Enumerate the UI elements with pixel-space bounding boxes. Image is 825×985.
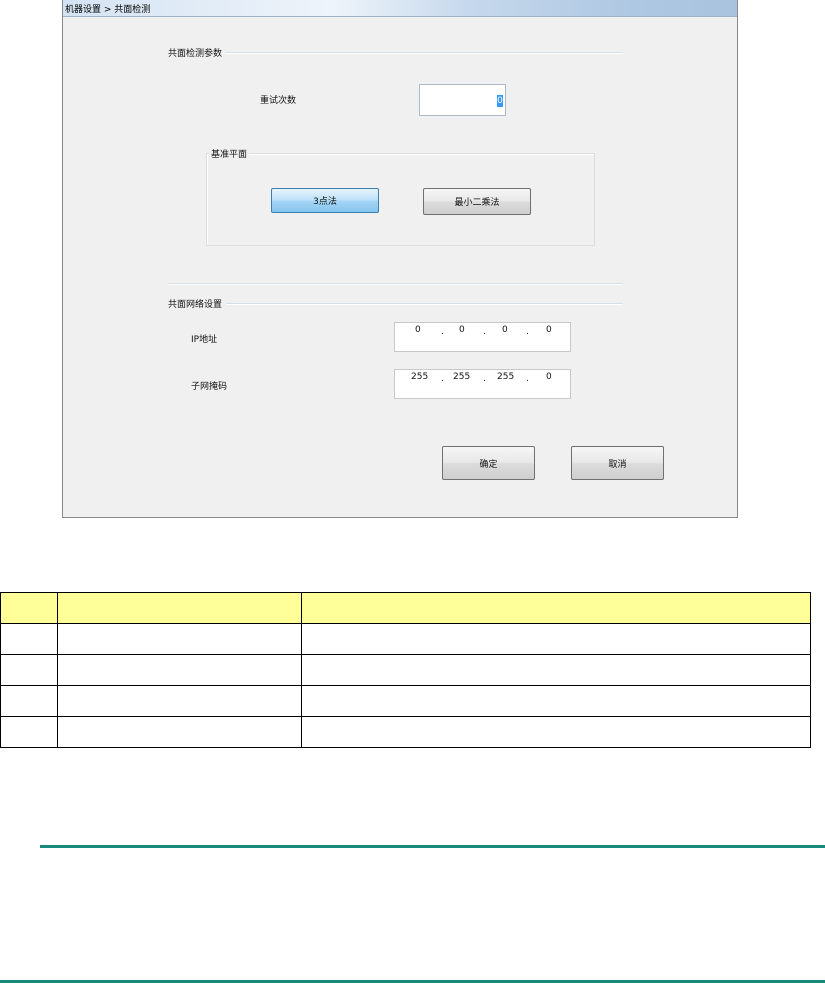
- title-bar: 机器设置 > 共面检测: [63, 0, 737, 17]
- network-group-header: 共面网络设置: [168, 297, 623, 310]
- mask-octet[interactable]: 255: [497, 372, 514, 382]
- table-cell: [57, 685, 302, 717]
- table-row: [0, 716, 811, 748]
- divider: [226, 51, 623, 54]
- mask-octet[interactable]: 255: [453, 372, 470, 382]
- footer-rule-top: [40, 845, 825, 848]
- window-title: 机器设置 > 共面检测: [65, 5, 151, 15]
- table-cell: [57, 592, 302, 624]
- params-group-header: 共面检测参数: [168, 46, 623, 59]
- table-cell: [301, 716, 811, 748]
- table-cell: [301, 685, 811, 717]
- ip-octet[interactable]: 0: [459, 325, 465, 335]
- retry-count-input[interactable]: 0: [419, 84, 506, 116]
- table-header-row: [0, 592, 811, 624]
- params-group-title: 共面检测参数: [168, 49, 223, 59]
- table-cell: [57, 623, 302, 655]
- mask-dot: .: [483, 374, 486, 384]
- ip-octet[interactable]: 0: [546, 325, 552, 335]
- subnet-mask-input[interactable]: 255 . 255 . 255 . 0: [394, 369, 571, 399]
- mask-octet[interactable]: 0: [546, 372, 552, 382]
- table-cell: [301, 623, 811, 655]
- section-divider: [168, 283, 623, 285]
- ip-dot: .: [526, 327, 529, 337]
- table-cell: [301, 592, 811, 624]
- divider: [226, 302, 623, 305]
- table-row: [0, 685, 811, 717]
- table-cell: [0, 685, 58, 717]
- table-cell: [57, 716, 302, 748]
- table-cell: [57, 654, 302, 686]
- table-cell: [0, 623, 58, 655]
- retry-count-label: 重试次数: [260, 96, 297, 106]
- network-group-title: 共面网络设置: [168, 300, 223, 310]
- ip-octet[interactable]: 0: [415, 325, 421, 335]
- least-squares-method-button[interactable]: 最小二乘法: [423, 188, 531, 215]
- table-cell: [0, 716, 58, 748]
- mask-octet[interactable]: 255: [411, 372, 428, 382]
- mask-dot: .: [441, 374, 444, 384]
- ip-octet[interactable]: 0: [502, 325, 508, 335]
- ip-address-input[interactable]: 0 . 0 . 0 . 0: [394, 322, 571, 352]
- footer-rule-bottom: [0, 980, 825, 983]
- cancel-button[interactable]: 取消: [571, 446, 664, 480]
- three-point-method-button[interactable]: 3点法: [271, 188, 379, 213]
- subnet-mask-label: 子网掩码: [191, 382, 228, 392]
- coplanarity-dialog: 机器设置 > 共面检测 共面检测参数 重试次数 0 基准平面 3点法 最小二乘法…: [62, 0, 738, 518]
- base-plane-groupbox: 基准平面 3点法 最小二乘法: [206, 147, 595, 246]
- ip-dot: .: [441, 327, 444, 337]
- table-cell: [0, 654, 58, 686]
- retry-count-value: 0: [497, 95, 503, 107]
- table-cell: [301, 654, 811, 686]
- table-row: [0, 654, 811, 686]
- parameter-table: [0, 592, 811, 748]
- ip-address-label: IP地址: [191, 335, 218, 345]
- table-row: [0, 623, 811, 655]
- ip-dot: .: [483, 327, 486, 337]
- mask-dot: .: [526, 374, 529, 384]
- base-plane-title: 基准平面: [209, 147, 250, 160]
- table-cell: [0, 592, 58, 624]
- ok-button[interactable]: 确定: [442, 446, 535, 480]
